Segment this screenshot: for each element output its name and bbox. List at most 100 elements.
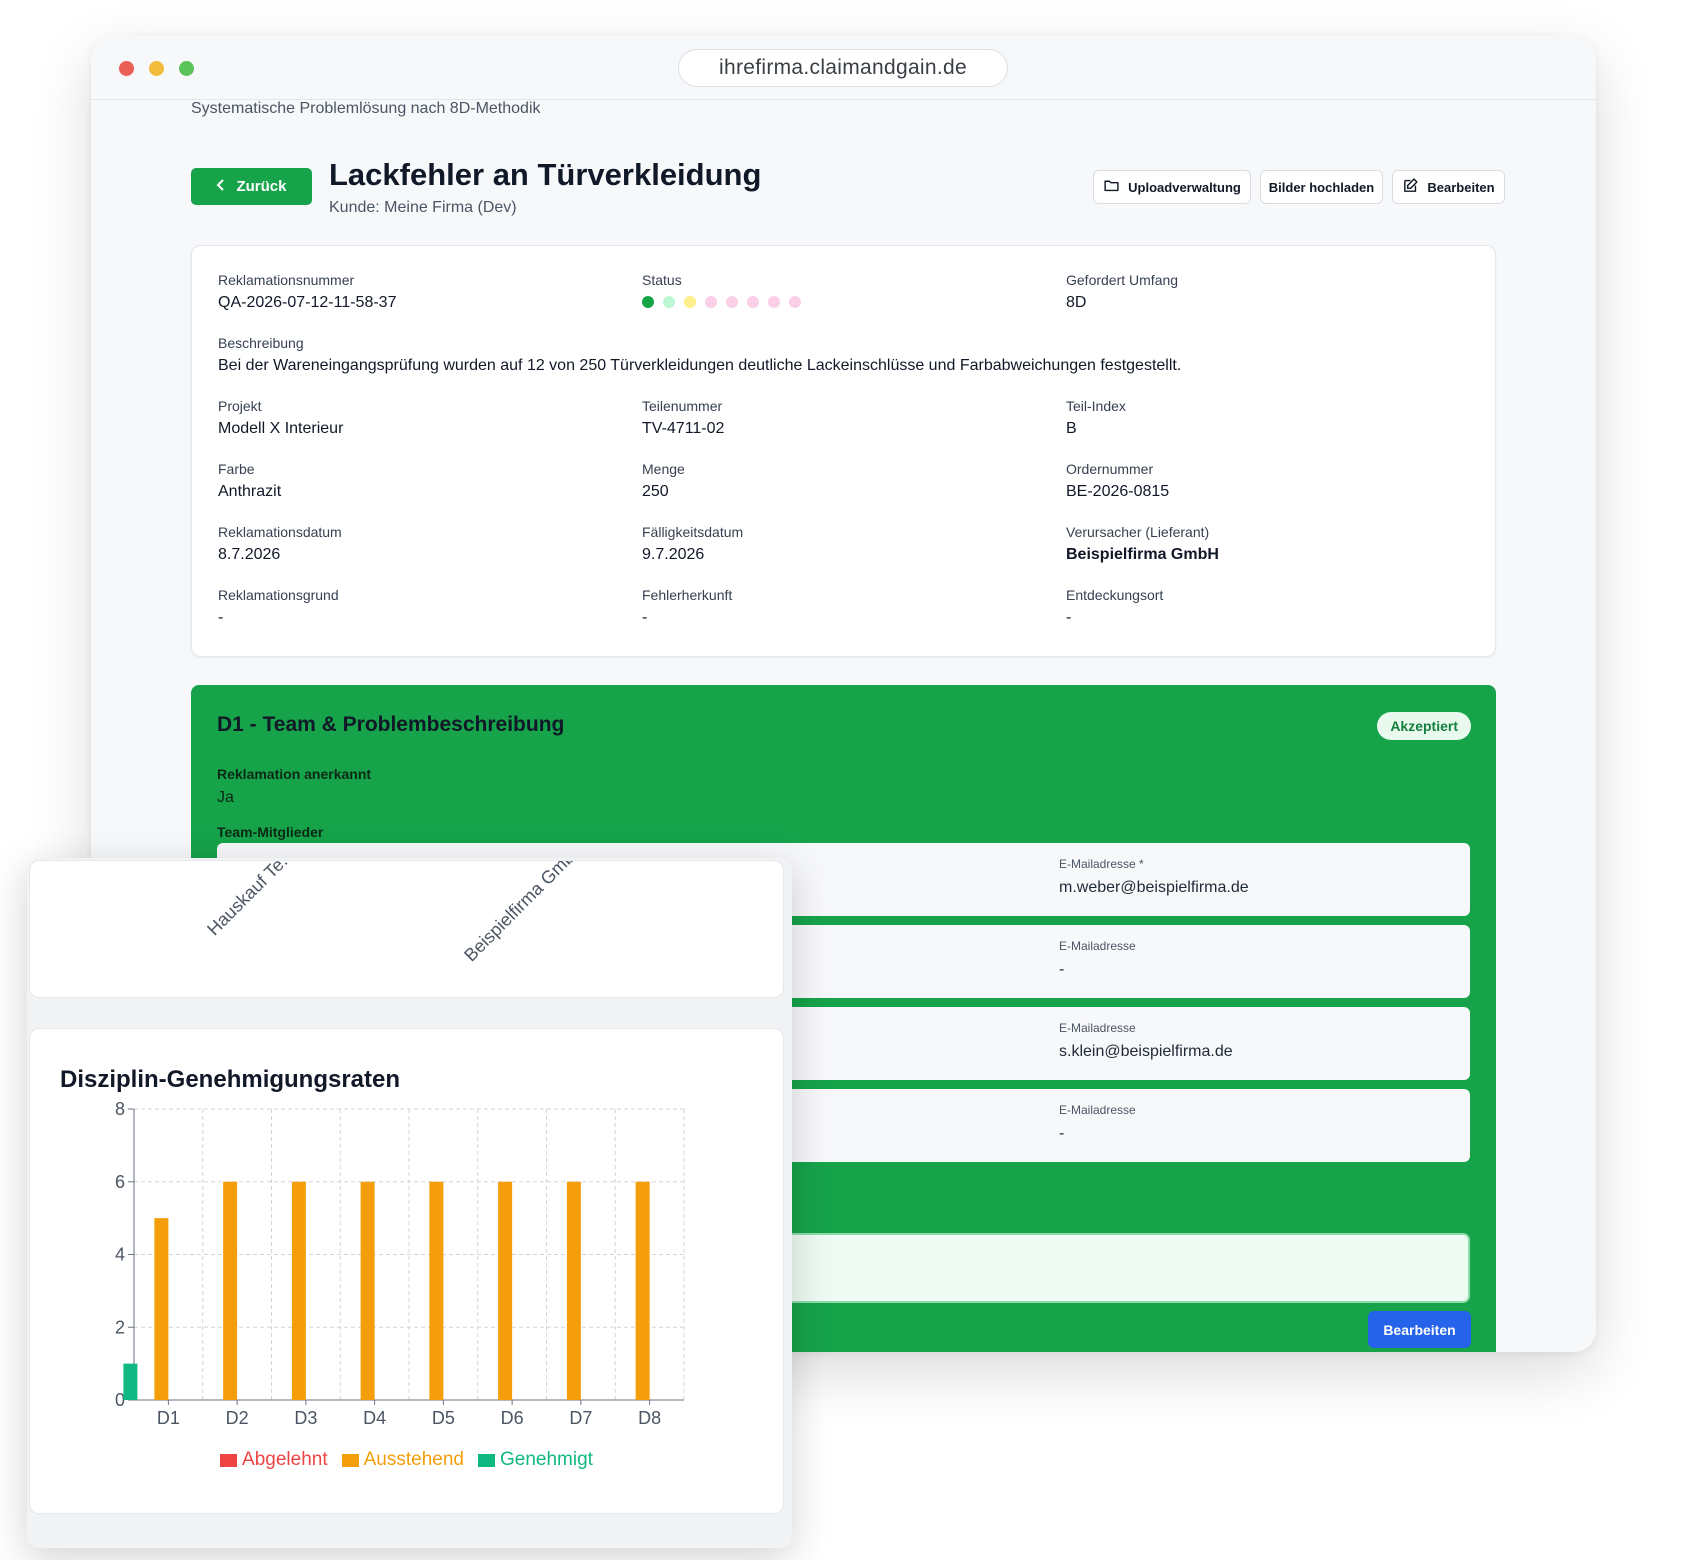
page-subtitle: Systematische Problemlösung nach 8D-Meth…	[191, 100, 541, 117]
claim-date-label: Reklamationsdatum	[218, 524, 342, 540]
part-number-value: TV-4711-02	[642, 420, 725, 437]
acknowledged-value: Ja	[217, 789, 234, 806]
upload-images-button[interactable]: Bilder hochladen	[1260, 170, 1383, 204]
status-field: Status	[642, 272, 801, 308]
upload-images-label: Bilder hochladen	[1268, 179, 1375, 195]
color-field: Farbe Anthrazit	[218, 461, 281, 501]
status-dot	[789, 296, 801, 308]
email-value: m.weber@beispielfirma.de	[1059, 879, 1249, 896]
rotated-axis-label: Hauskauf Te...	[203, 860, 299, 940]
status-dot	[747, 296, 759, 308]
bar	[498, 1181, 513, 1400]
reason-field: Reklamationsgrund -	[218, 587, 339, 627]
description-field: Beschreibung Bei der Wareneingangsprüfun…	[218, 335, 1181, 375]
upload-management-button[interactable]: Uploadverwaltung	[1093, 170, 1251, 204]
bar	[154, 1218, 169, 1400]
order-number-field: Ordernummer BE-2026-0815	[1066, 461, 1169, 501]
email-label: E-Mailadresse	[1059, 1103, 1136, 1117]
due-date-label: Fälligkeitsdatum	[642, 524, 744, 540]
color-label: Farbe	[218, 461, 255, 477]
legend-item[interactable]: Ausstehend	[341, 1449, 464, 1471]
legend-item[interactable]: Abgelehnt	[220, 1449, 328, 1471]
bar	[291, 1181, 306, 1400]
origin-field: Fehlerherkunft -	[642, 587, 732, 627]
x-tick-label: D6	[501, 1408, 524, 1428]
causer-value: Beispielfirma GmbH	[1066, 546, 1219, 563]
x-tick-label: D1	[157, 1408, 180, 1428]
y-tick-label: 2	[115, 1317, 125, 1337]
status-badge: Akzeptiert	[1377, 712, 1471, 740]
legend-label: Ausstehend	[363, 1449, 464, 1470]
part-number-field: Teilenummer TV-4711-02	[642, 398, 724, 438]
project-field: Projekt Modell X Interieur	[218, 398, 343, 438]
legend-label: Abgelehnt	[242, 1449, 328, 1470]
order-number-value: BE-2026-0815	[1066, 483, 1170, 500]
acknowledged-label: Reklamation anerkannt	[217, 766, 372, 782]
y-tick-label: 4	[115, 1245, 125, 1265]
chart-legend: Abgelehnt Ausstehend Genehmigt	[30, 1449, 783, 1471]
team-members-label: Team-Mitglieder	[217, 824, 324, 840]
d1-edit-button[interactable]: Bearbeiten	[1368, 1311, 1471, 1348]
origin-label: Fehlerherkunft	[642, 587, 733, 603]
claim-date-field: Reklamationsdatum 8.7.2026	[218, 524, 342, 564]
x-tick-label: D4	[363, 1408, 386, 1428]
url-bar[interactable]: ihrefirma.claimandgain.de	[678, 49, 1008, 87]
close-window-dot[interactable]	[119, 61, 134, 76]
bar	[223, 1181, 238, 1400]
stage: ihrefirma.claimandgain.de Systematische …	[0, 0, 1708, 1560]
email-value: s.klein@beispielfirma.de	[1059, 1043, 1233, 1060]
back-button-label: Zurück	[236, 178, 287, 195]
x-tick-label: D8	[638, 1408, 661, 1428]
due-date-value: 9.7.2026	[642, 546, 705, 563]
claim-number-field: Reklamationsnummer QA-2026-07-12-11-58-3…	[218, 272, 396, 312]
quantity-value: 250	[642, 483, 669, 500]
part-index-field: Teil-Index B	[1066, 398, 1126, 438]
email-value: -	[1059, 961, 1065, 978]
minimize-window-dot[interactable]	[149, 61, 164, 76]
supplier-chart-card: Hauskauf Te... Beispielfirma Gmb...	[29, 860, 784, 998]
legend-swatch	[477, 1453, 495, 1467]
folder-icon	[1103, 177, 1120, 197]
y-tick-label: 6	[115, 1172, 125, 1192]
edit-button[interactable]: Bearbeiten	[1392, 170, 1505, 204]
causer-field: Verursacher (Lieferant) Beispielfirma Gm…	[1066, 524, 1219, 564]
status-dot	[684, 296, 696, 308]
back-button[interactable]: Zurück	[191, 168, 312, 205]
maximize-window-dot[interactable]	[179, 61, 194, 76]
claim-number-label: Reklamationsnummer	[218, 272, 355, 288]
y-tick-label: 8	[115, 1099, 125, 1119]
order-number-label: Ordernummer	[1066, 461, 1154, 477]
status-progress-dots	[642, 296, 801, 308]
x-tick-label: D5	[432, 1408, 455, 1428]
status-dot	[705, 296, 717, 308]
quantity-label: Menge	[642, 461, 685, 477]
discovery-label: Entdeckungsort	[1066, 587, 1164, 603]
scope-field: Gefordert Umfang 8D	[1066, 272, 1178, 312]
origin-value: -	[642, 609, 648, 626]
claim-info-card: Reklamationsnummer QA-2026-07-12-11-58-3…	[191, 245, 1496, 657]
edit-icon	[1402, 177, 1419, 197]
causer-label: Verursacher (Lieferant)	[1066, 524, 1210, 540]
rotated-axis-label: Beispielfirma Gmb...	[460, 860, 589, 966]
x-tick-label: D3	[294, 1408, 317, 1428]
edit-button-label: Bearbeiten	[1427, 179, 1495, 195]
approval-bar-chart: 02468D1 D2 D3 D4 D5 D6 D7 D8	[115, 1099, 685, 1428]
approval-rate-chart-card: Disziplin-Genehmigungsraten 0 2 4 6 8 D1 D2 D3 D…	[29, 1028, 784, 1514]
x-tick-label: D7	[569, 1408, 592, 1428]
project-value: Modell X Interieur	[218, 420, 344, 437]
description-label: Beschreibung	[218, 335, 304, 351]
project-label: Projekt	[218, 398, 262, 414]
discovery-field: Entdeckungsort -	[1066, 587, 1163, 627]
page-title: Lackfehler an Türverkleidung	[329, 157, 762, 192]
due-date-field: Fälligkeitsdatum 9.7.2026	[642, 524, 743, 564]
upload-management-label: Uploadverwaltung	[1128, 179, 1241, 195]
bar	[123, 1363, 138, 1400]
bar	[635, 1181, 650, 1400]
bar	[566, 1181, 581, 1400]
bar	[429, 1181, 444, 1400]
quantity-field: Menge 250	[642, 461, 685, 501]
discovery-value: -	[1066, 609, 1072, 626]
legend-item[interactable]: Genehmigt	[477, 1449, 593, 1471]
dashboard-overlay: Hauskauf Te... Beispielfirma Gmb... Disz…	[27, 858, 792, 1548]
status-dot	[726, 296, 738, 308]
